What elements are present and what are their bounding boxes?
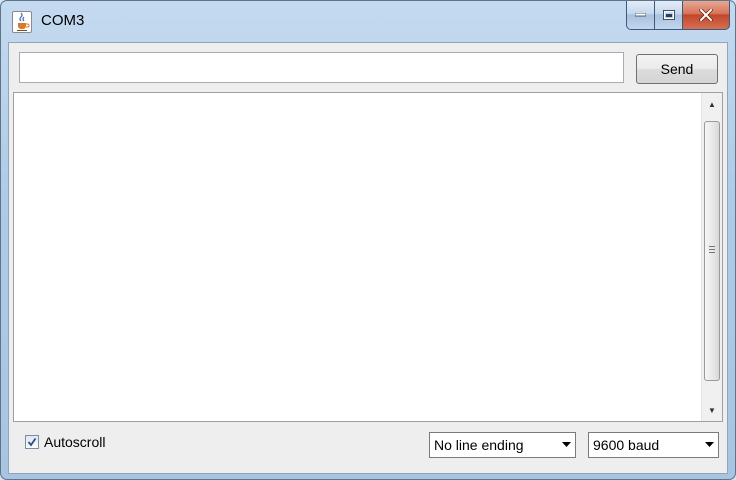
client-area: Send ▲ ▼ Autoscroll No line ending 9600 …	[8, 42, 728, 474]
send-button[interactable]: Send	[636, 54, 718, 84]
scroll-down-arrow-icon[interactable]: ▼	[702, 401, 722, 419]
maximize-button[interactable]	[655, 1, 683, 30]
scroll-up-arrow-icon[interactable]: ▲	[702, 95, 722, 113]
input-row: Send	[9, 43, 727, 92]
java-cup-icon[interactable]	[12, 11, 32, 33]
output-text	[18, 95, 700, 419]
autoscroll-checkbox[interactable]: Autoscroll	[25, 434, 105, 450]
chevron-down-icon	[700, 442, 718, 448]
chevron-down-icon	[557, 442, 575, 448]
close-icon	[699, 9, 713, 21]
scrollbar-grip-icon	[709, 246, 715, 254]
baud-rate-dropdown[interactable]: 9600 baud	[588, 432, 719, 458]
serial-monitor-window: COM3 Send ▲ ▼ Autoscroll No line ending …	[0, 0, 736, 480]
scrollbar-thumb[interactable]	[704, 121, 720, 381]
minimize-button[interactable]	[626, 1, 655, 30]
maximize-icon	[662, 10, 675, 20]
autoscroll-label: Autoscroll	[44, 434, 106, 450]
checkbox-checked-icon[interactable]	[25, 435, 39, 449]
title-bar[interactable]: COM3	[1, 1, 735, 41]
bottom-toolbar: Autoscroll No line ending 9600 baud	[9, 421, 727, 471]
minimize-icon	[635, 13, 646, 17]
caption-buttons	[626, 1, 730, 30]
serial-input-field[interactable]	[19, 52, 624, 83]
baud-rate-value: 9600 baud	[593, 437, 660, 453]
serial-output-area[interactable]: ▲ ▼	[13, 92, 723, 422]
window-title: COM3	[41, 12, 85, 29]
vertical-scrollbar[interactable]: ▲ ▼	[701, 93, 722, 421]
close-button[interactable]	[683, 1, 730, 30]
line-ending-value: No line ending	[434, 437, 524, 453]
line-ending-dropdown[interactable]: No line ending	[429, 432, 576, 458]
